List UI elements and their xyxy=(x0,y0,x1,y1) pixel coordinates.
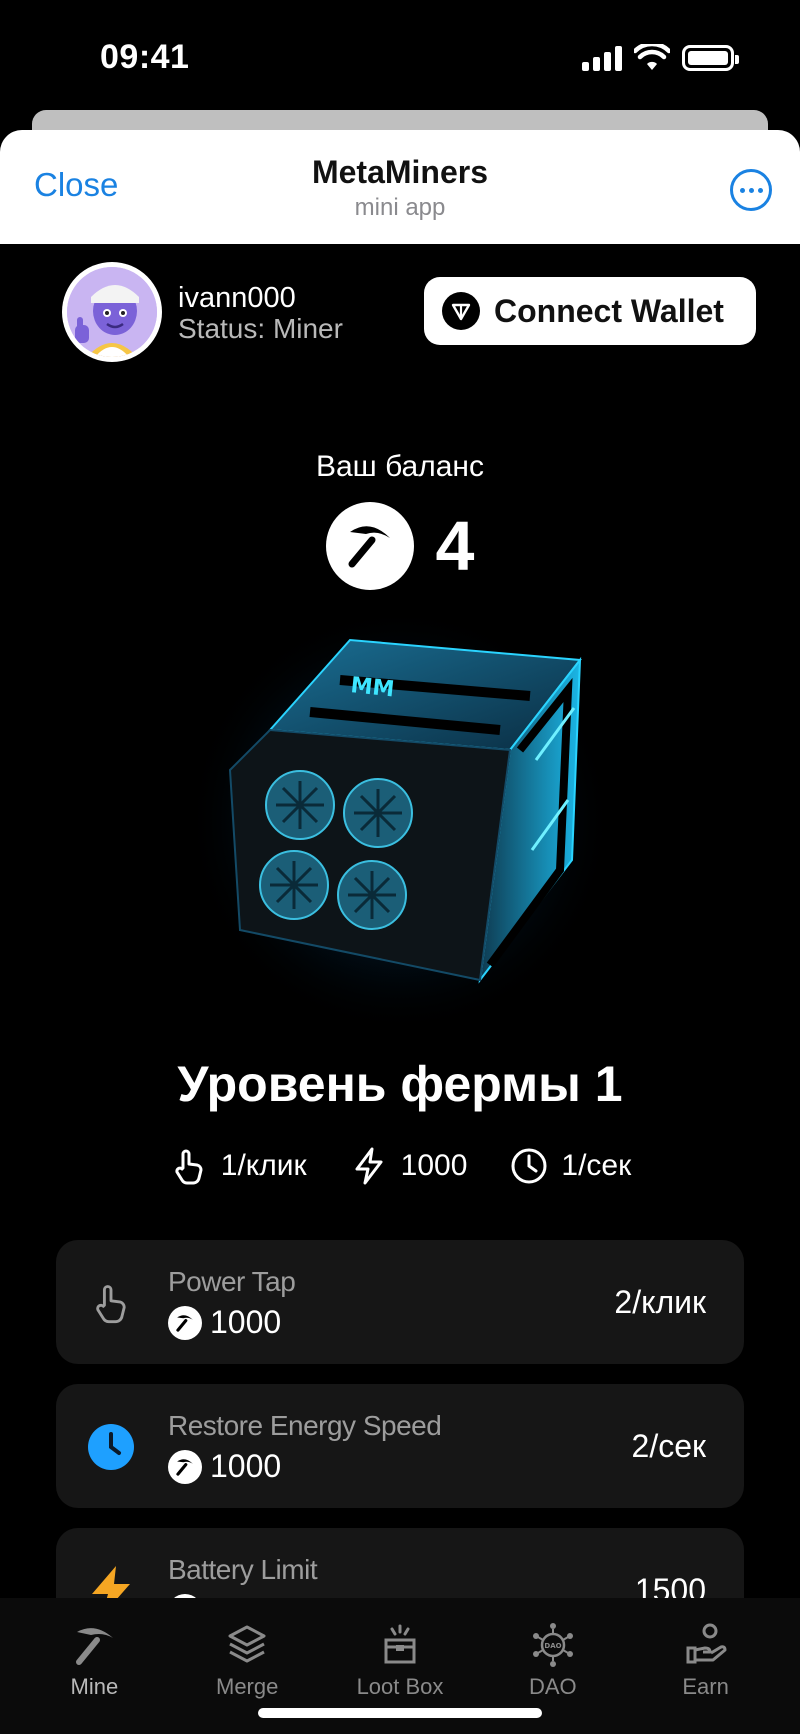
clock-icon xyxy=(511,1148,547,1184)
connect-wallet-button[interactable]: Connect Wallet xyxy=(424,277,756,345)
miner-device-image[interactable]: MM xyxy=(180,600,620,1040)
svg-text:MM: MM xyxy=(349,673,395,702)
upgrade-name: Restore Energy Speed xyxy=(168,1410,442,1441)
user-status: Status: Miner xyxy=(178,313,343,344)
status-time: 09:41 xyxy=(100,38,190,76)
stat-energy-value: 1000 xyxy=(400,1149,468,1182)
svg-text:DAO: DAO xyxy=(544,1642,561,1650)
dao-icon: DAO xyxy=(532,1623,573,1667)
pickaxe-icon xyxy=(76,1628,114,1665)
upgrade-name: Power Tap xyxy=(168,1266,296,1297)
upgrade-cost-value: 1000 xyxy=(210,1448,282,1484)
username: ivann000 xyxy=(178,282,296,314)
lightning-icon xyxy=(355,1147,383,1185)
nav-label: Merge xyxy=(216,1674,279,1699)
balance-value: 4 xyxy=(435,507,475,585)
nav-label: Mine xyxy=(70,1674,119,1699)
more-options-button[interactable] xyxy=(730,169,772,211)
app-subtitle: mini app xyxy=(354,194,446,221)
upgrade-name: Battery Limit xyxy=(168,1554,318,1585)
connect-wallet-label: Connect Wallet xyxy=(494,292,724,329)
upgrade-value: 2/сек xyxy=(631,1428,706,1464)
stat-per-click-value: 1/клик xyxy=(220,1149,307,1182)
nav-label: Earn xyxy=(682,1674,729,1699)
clock-icon xyxy=(86,1422,136,1472)
balance-label: Ваш баланс xyxy=(315,450,485,483)
upgrade-cost-value: 1000 xyxy=(210,1304,282,1340)
nav-label: DAO xyxy=(528,1674,577,1699)
avatar[interactable] xyxy=(62,262,162,362)
upgrade-card-restore-energy-speed[interactable]: Restore Energy Speed 1000 2/сек xyxy=(56,1384,744,1508)
upgrade-cost: 1000 xyxy=(168,1304,281,1341)
pointer-hand-icon xyxy=(86,1278,136,1328)
status-icons xyxy=(582,44,739,72)
stat-per-click: 1/клик xyxy=(169,1146,307,1186)
upgrade-value: 2/клик xyxy=(614,1284,706,1320)
pickaxe-coin-icon xyxy=(168,1305,202,1340)
balance-row: 4 xyxy=(0,502,800,590)
app-title: MetaMiners xyxy=(311,154,489,190)
cellular-signal-icon xyxy=(582,45,622,71)
ton-wallet-icon xyxy=(442,292,480,330)
loot-box-icon xyxy=(384,1624,416,1664)
pickaxe-coin-icon xyxy=(168,1449,202,1484)
upgrade-card-power-tap[interactable]: Power Tap 1000 2/клик xyxy=(56,1240,744,1364)
nav-item-mine[interactable]: Mine xyxy=(24,1622,164,1734)
stat-per-sec: 1/сек xyxy=(509,1146,631,1186)
nav-item-earn[interactable]: Earn xyxy=(636,1622,776,1734)
upgrade-cost: 1000 xyxy=(168,1448,281,1485)
home-indicator[interactable] xyxy=(258,1708,542,1718)
status-bar: 09:41 xyxy=(0,0,800,112)
pickaxe-coin-icon xyxy=(325,502,414,590)
wifi-icon xyxy=(634,44,670,70)
stats-row: 1/клик 1000 1/сек xyxy=(0,1146,800,1186)
more-dots-icon xyxy=(739,187,745,193)
layers-icon xyxy=(228,1625,266,1663)
pointer-hand-icon xyxy=(175,1149,203,1185)
avatar-character-icon xyxy=(67,267,157,357)
battery-icon xyxy=(682,45,739,71)
mini-app-header: Close MetaMiners mini app xyxy=(0,130,800,244)
nav-label: Loot Box xyxy=(356,1674,444,1699)
farm-level-title: Уровень фермы 1 xyxy=(177,1056,623,1112)
earn-hand-icon xyxy=(686,1623,727,1664)
stat-per-sec-value: 1/сек xyxy=(561,1149,632,1182)
stat-energy: 1000 xyxy=(349,1146,468,1186)
